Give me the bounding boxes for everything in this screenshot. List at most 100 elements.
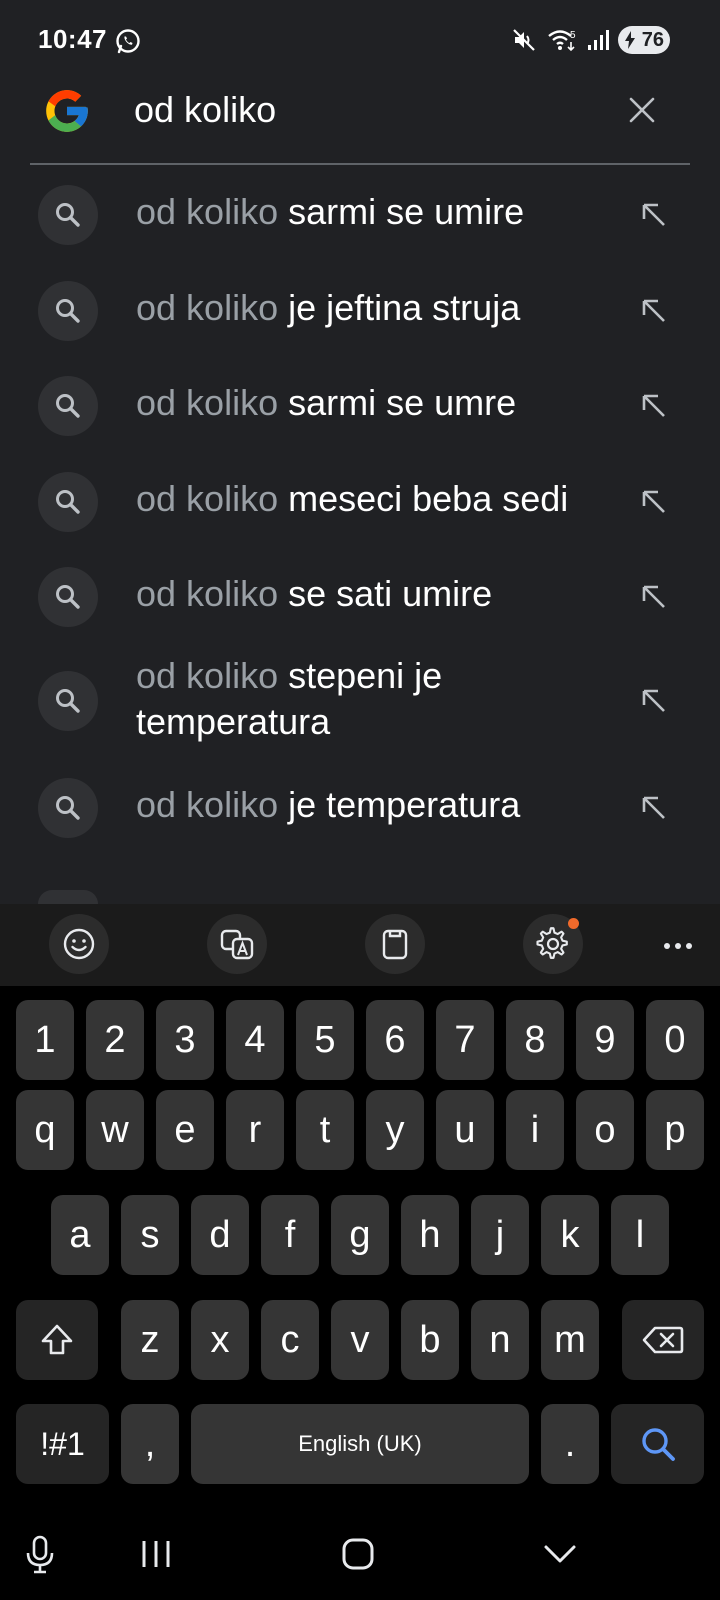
arrow-up-left-icon: [642, 299, 665, 322]
suggestion-item[interactable]: od koliko stepeni je temperatura: [0, 653, 720, 749]
symbols-key[interactable]: !#1: [16, 1404, 109, 1484]
fill-query-button[interactable]: [636, 293, 672, 329]
search-icon: [38, 185, 98, 245]
comma-key[interactable]: ,: [121, 1404, 179, 1484]
suggestion-item[interactable]: od koliko je temperatura: [0, 778, 720, 838]
suggestion-item[interactable]: od koliko sarmi se umre: [0, 376, 720, 436]
suggestion-item[interactable]: od koliko se sati umire: [0, 567, 720, 627]
key-9[interactable]: 9: [576, 1000, 634, 1080]
suggestion-text: od koliko meseci beba sedi: [136, 478, 569, 519]
more-options-button[interactable]: [660, 928, 696, 964]
suggestion-text: od koliko sarmi se umre: [136, 382, 517, 423]
recents-icon: [142, 1541, 170, 1567]
key-y[interactable]: y: [366, 1090, 424, 1170]
backspace-icon: [642, 1326, 684, 1354]
shift-icon: [41, 1324, 73, 1355]
key-p[interactable]: p: [646, 1090, 704, 1170]
clipboard-button[interactable]: [365, 914, 425, 974]
key-e[interactable]: e: [156, 1090, 214, 1170]
status-time: 10:47: [38, 24, 107, 54]
search-bar: [0, 80, 720, 164]
arrow-up-left-icon: [642, 394, 665, 417]
key-4[interactable]: 4: [226, 1000, 284, 1080]
key-u[interactable]: u: [436, 1090, 494, 1170]
mute-icon: [513, 29, 535, 51]
key-l[interactable]: l: [611, 1195, 669, 1275]
key-o[interactable]: o: [576, 1090, 634, 1170]
emoji-button[interactable]: [49, 914, 109, 974]
voice-input-button[interactable]: [16, 1530, 64, 1578]
backspace-key[interactable]: [622, 1300, 704, 1380]
clear-search-button[interactable]: [624, 92, 660, 128]
gear-icon: [536, 927, 568, 959]
search-divider: [30, 163, 690, 165]
microphone-icon: [26, 1535, 54, 1574]
close-icon: [629, 97, 655, 123]
fill-query-button[interactable]: [636, 683, 672, 719]
arrow-up-left-icon: [642, 585, 665, 608]
key-x[interactable]: x: [191, 1300, 249, 1380]
fill-query-button[interactable]: [636, 579, 672, 615]
key-m[interactable]: m: [541, 1300, 599, 1380]
key-n[interactable]: n: [471, 1300, 529, 1380]
key-q[interactable]: q: [16, 1090, 74, 1170]
key-a[interactable]: a: [51, 1195, 109, 1275]
key-i[interactable]: i: [506, 1090, 564, 1170]
suggestion-item[interactable]: od koliko je jeftina struja: [0, 281, 720, 341]
key-3[interactable]: 3: [156, 1000, 214, 1080]
search-icon: [38, 376, 98, 436]
key-k[interactable]: k: [541, 1195, 599, 1275]
space-key[interactable]: English (UK): [191, 1404, 529, 1484]
key-w[interactable]: w: [86, 1090, 144, 1170]
search-input[interactable]: [134, 88, 594, 132]
suggestion-text: od koliko sarmi se umire: [136, 191, 525, 232]
suggestion-item[interactable]: od koliko sarmi se umire: [0, 185, 720, 245]
keyboard-toolbar: [0, 904, 720, 986]
period-key[interactable]: .: [541, 1404, 599, 1484]
notification-dot: [568, 918, 579, 929]
home-icon: [342, 1538, 374, 1570]
key-d[interactable]: d: [191, 1195, 249, 1275]
key-f[interactable]: f: [261, 1195, 319, 1275]
key-c[interactable]: c: [261, 1300, 319, 1380]
key-8[interactable]: 8: [506, 1000, 564, 1080]
key-b[interactable]: b: [401, 1300, 459, 1380]
key-h[interactable]: h: [401, 1195, 459, 1275]
key-s[interactable]: s: [121, 1195, 179, 1275]
navigation-bar: [0, 1508, 720, 1600]
key-7[interactable]: 7: [436, 1000, 494, 1080]
suggestion-text: od koliko stepeni je temperatura: [136, 655, 443, 742]
key-5[interactable]: 5: [296, 1000, 354, 1080]
arrow-up-left-icon: [642, 689, 665, 712]
fill-query-button[interactable]: [636, 790, 672, 826]
search-icon: [38, 281, 98, 341]
fill-query-button[interactable]: [636, 388, 672, 424]
key-2[interactable]: 2: [86, 1000, 144, 1080]
key-1[interactable]: 1: [16, 1000, 74, 1080]
home-button[interactable]: [334, 1530, 382, 1578]
status-bar: 10:47 5 76: [0, 0, 720, 80]
search-submit-key[interactable]: [611, 1404, 704, 1484]
fill-query-button[interactable]: [636, 484, 672, 520]
hide-keyboard-button[interactable]: [536, 1530, 584, 1578]
suggestion-item[interactable]: od koliko meseci beba sedi: [0, 472, 720, 532]
settings-button[interactable]: [523, 914, 583, 974]
key-j[interactable]: j: [471, 1195, 529, 1275]
google-logo-icon: [46, 90, 88, 132]
search-icon: [641, 1428, 675, 1461]
shift-key[interactable]: [16, 1300, 98, 1380]
key-t[interactable]: t: [296, 1090, 354, 1170]
key-z[interactable]: z: [121, 1300, 179, 1380]
battery-icon: 76: [618, 26, 670, 54]
key-r[interactable]: r: [226, 1090, 284, 1170]
chevron-down-icon: [544, 1545, 576, 1563]
key-v[interactable]: v: [331, 1300, 389, 1380]
recent-apps-button[interactable]: [132, 1530, 180, 1578]
translate-button[interactable]: [207, 914, 267, 974]
fill-query-button[interactable]: [636, 197, 672, 233]
key-0[interactable]: 0: [646, 1000, 704, 1080]
more-horizontal-icon: [664, 943, 692, 949]
arrow-up-left-icon: [642, 490, 665, 513]
key-6[interactable]: 6: [366, 1000, 424, 1080]
key-g[interactable]: g: [331, 1195, 389, 1275]
